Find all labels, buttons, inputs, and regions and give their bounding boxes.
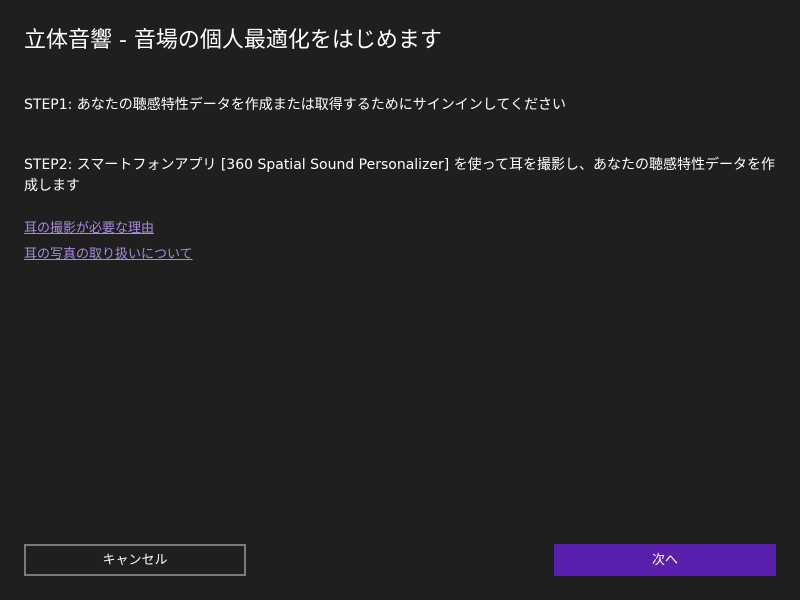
next-button[interactable]: 次へ: [554, 544, 776, 576]
cancel-button[interactable]: キャンセル: [24, 544, 246, 576]
dialog-window: 立体音響 - 音場の個人最適化をはじめます STEP1: あなたの聴感特性データ…: [0, 0, 800, 600]
step1-text: STEP1: あなたの聴感特性データを作成または取得するためにサインインしてくだ…: [24, 97, 566, 113]
step2-text: STEP2: スマートフォンアプリ [360 Spatial Sound Per…: [24, 157, 775, 194]
why-ear-photo-link[interactable]: 耳の撮影が必要な理由: [24, 220, 154, 238]
ear-photo-handling-link[interactable]: 耳の写真の取り扱いについて: [24, 246, 193, 264]
page-title: 立体音響 - 音場の個人最適化をはじめます: [24, 28, 442, 53]
